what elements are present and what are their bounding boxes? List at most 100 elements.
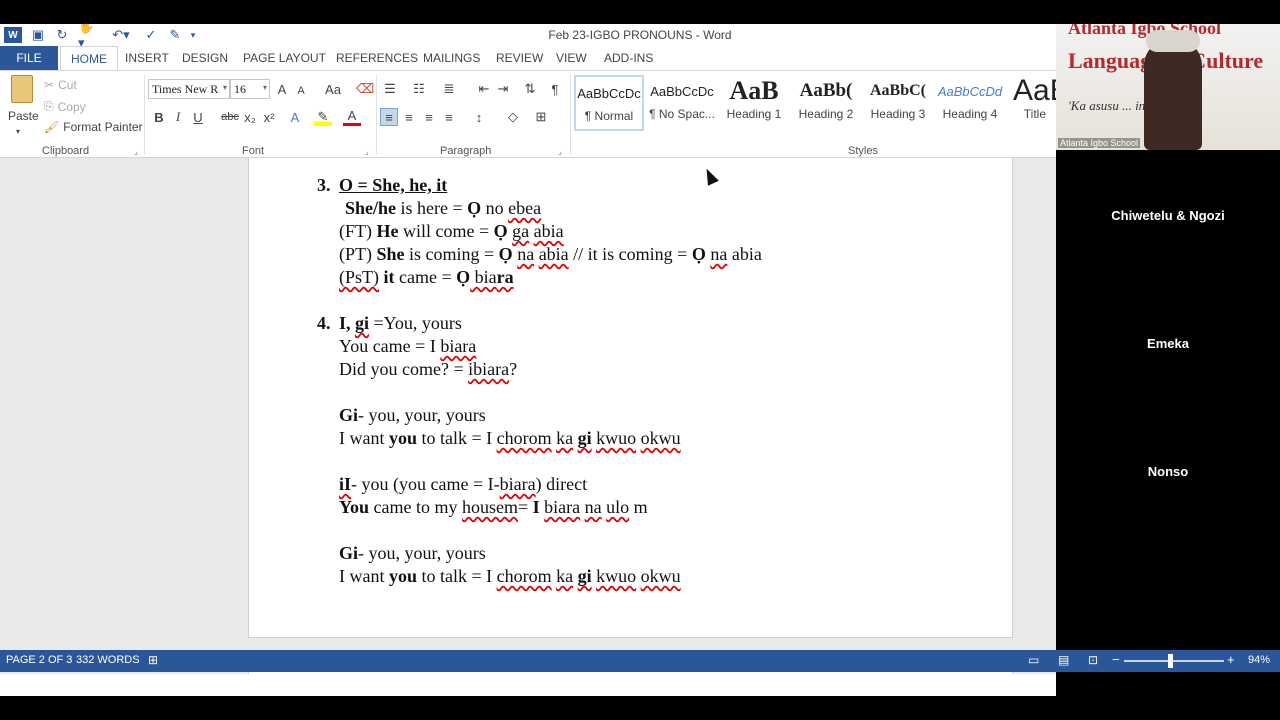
- shading-icon[interactable]: ◇: [504, 108, 522, 126]
- format-painter-label: Format Painter: [63, 120, 143, 134]
- scissors-icon: ✂: [44, 78, 55, 92]
- bold-button[interactable]: B: [150, 108, 168, 126]
- video-tile[interactable]: Chiwetelu & Ngozi: [1056, 152, 1280, 278]
- style-heading-3[interactable]: AaBbC( Heading 3: [863, 75, 933, 131]
- section-3-number: 3.: [317, 175, 331, 195]
- text-effects-icon[interactable]: A: [286, 108, 304, 126]
- tab-references[interactable]: REFERENCES: [336, 46, 418, 70]
- text-run: He: [376, 221, 399, 241]
- paste-button[interactable]: [8, 75, 36, 105]
- text-run: (PT): [339, 244, 377, 264]
- style-heading-2[interactable]: AaBb( Heading 2: [791, 75, 861, 131]
- text-run: ka: [556, 428, 574, 448]
- style-name: Heading 3: [870, 107, 926, 121]
- text-run: chorom: [496, 566, 552, 586]
- video-tile-host[interactable]: Atlanta Igbo School Language & Culture '…: [1056, 24, 1280, 150]
- page-count[interactable]: PAGE 2 OF 3: [6, 654, 72, 666]
- italic-button[interactable]: I: [169, 108, 187, 126]
- decrease-indent-icon[interactable]: ⇤: [475, 80, 493, 98]
- tab-design[interactable]: DESIGN: [182, 46, 228, 70]
- paragraph-launcher-icon[interactable]: ⌟: [558, 147, 562, 156]
- web-layout-icon[interactable]: ⊡: [1088, 653, 1098, 667]
- read-mode-icon[interactable]: ▭: [1028, 653, 1039, 667]
- style-preview: AaBbCcDc: [650, 83, 714, 99]
- brush-icon: 🖌: [44, 120, 60, 134]
- tab-add-ins[interactable]: ADD-INS: [604, 46, 653, 70]
- superscript-button[interactable]: x²: [260, 108, 278, 126]
- print-layout-icon[interactable]: ▤: [1058, 653, 1069, 667]
- text-run: na: [517, 244, 535, 264]
- zoom-in-icon[interactable]: +: [1227, 652, 1235, 667]
- style-heading-4[interactable]: AaBbCcDd Heading 4: [935, 75, 1005, 131]
- multilevel-list-icon[interactable]: ≣: [440, 80, 458, 98]
- word-window: W ▣ ↻ ✋▾ ↶▾ ✓ ✎ ▾ Feb 23-IGBO PRONOUNS -…: [0, 24, 1056, 696]
- tab-page-layout[interactable]: PAGE LAYOUT: [243, 46, 326, 70]
- underline-button[interactable]: U: [189, 108, 207, 126]
- zoom-out-icon[interactable]: −: [1112, 652, 1120, 667]
- copy-button[interactable]: ⎘ Copy: [44, 99, 86, 114]
- text-run: na: [584, 497, 602, 517]
- highlight-icon[interactable]: ✎: [314, 108, 332, 126]
- zoom-slider[interactable]: [1124, 660, 1224, 662]
- font-launcher-icon[interactable]: ⌟: [365, 147, 369, 156]
- style-title[interactable]: AaB Title: [1007, 75, 1056, 131]
- clipboard-launcher-icon[interactable]: ⌟: [134, 147, 138, 156]
- align-left-icon[interactable]: ≡: [380, 108, 398, 126]
- doc-line: You came = I biara: [339, 335, 476, 357]
- borders-icon[interactable]: ⊞: [532, 108, 550, 126]
- pilcrow-icon[interactable]: ¶: [546, 80, 564, 98]
- align-center-icon[interactable]: ≡: [400, 108, 418, 126]
- text-run: you: [388, 566, 417, 586]
- grow-font-icon[interactable]: A: [273, 80, 291, 98]
- sort-icon[interactable]: ⇅: [521, 80, 539, 98]
- style-no-spacing[interactable]: AaBbCcDc ¶ No Spac...: [647, 75, 717, 131]
- clear-formatting-icon[interactable]: ⌫: [356, 80, 374, 98]
- font-name-combo[interactable]: Times New R ▾: [148, 79, 230, 99]
- zoom-slider-thumb[interactable]: [1168, 654, 1173, 668]
- bullets-icon[interactable]: ☰: [381, 80, 399, 98]
- paragraph-group-label: Paragraph: [440, 145, 492, 157]
- style-normal[interactable]: AaBbCcDc ¶ Normal: [574, 75, 644, 131]
- font-color-icon[interactable]: A: [343, 108, 361, 126]
- style-name: ¶ Normal: [584, 109, 634, 123]
- text-run: =You, yours: [369, 313, 462, 333]
- proofing-icon[interactable]: ⊞: [148, 653, 158, 667]
- tab-review[interactable]: REVIEW: [496, 46, 543, 70]
- align-right-icon[interactable]: ≡: [420, 108, 438, 126]
- divider: [144, 75, 145, 155]
- increase-indent-icon[interactable]: ⇥: [494, 80, 512, 98]
- tab-mailings[interactable]: MAILINGS: [423, 46, 480, 70]
- cut-button[interactable]: ✂ Cut: [44, 78, 77, 92]
- tab-home[interactable]: HOME: [60, 46, 118, 70]
- style-heading-1[interactable]: AaB Heading 1: [719, 75, 789, 131]
- document-page[interactable]: 3. O = She, he, it She/he is here = Ọ no…: [248, 158, 1013, 638]
- change-case-icon[interactable]: Aa: [320, 80, 346, 98]
- zoom-level[interactable]: 94%: [1248, 654, 1270, 666]
- clipboard-icon: [11, 75, 33, 103]
- text-run: gi: [577, 566, 592, 586]
- paste-dropdown-icon[interactable]: ▾: [16, 127, 20, 136]
- text-run: ga: [512, 221, 530, 241]
- word-count[interactable]: 332 WORDS: [76, 654, 140, 666]
- text-run: abia: [533, 221, 564, 241]
- line-spacing-icon[interactable]: ↕: [470, 108, 488, 126]
- font-size-combo[interactable]: 16 ▾: [230, 79, 270, 99]
- paste-label[interactable]: Paste: [8, 109, 39, 123]
- strikethrough-button[interactable]: abc: [219, 108, 241, 126]
- text-run: ulo: [606, 497, 630, 517]
- document-area[interactable]: 3. O = She, he, it She/he is here = Ọ no…: [0, 158, 1056, 674]
- shrink-font-icon[interactable]: A: [292, 82, 310, 100]
- doc-line: I want you to talk = I chorom ka gi kwuo…: [339, 427, 681, 449]
- host-name-label: Atlanta Igbo School: [1058, 138, 1141, 148]
- format-painter-button[interactable]: 🖌 Format Painter: [44, 120, 143, 134]
- justify-icon[interactable]: ≡: [440, 108, 458, 126]
- doc-line: She/he is here = Ọ no ebea: [345, 197, 541, 219]
- subscript-button[interactable]: x₂: [241, 108, 259, 126]
- tab-view[interactable]: VIEW: [556, 46, 587, 70]
- tab-insert[interactable]: INSERT: [125, 46, 169, 70]
- heading-text: O = She, he, it: [339, 175, 448, 195]
- tab-file[interactable]: FILE: [0, 46, 58, 70]
- video-tile[interactable]: Nonso: [1056, 408, 1280, 534]
- numbering-icon[interactable]: ☷: [410, 80, 428, 98]
- video-tile[interactable]: Emeka: [1056, 280, 1280, 406]
